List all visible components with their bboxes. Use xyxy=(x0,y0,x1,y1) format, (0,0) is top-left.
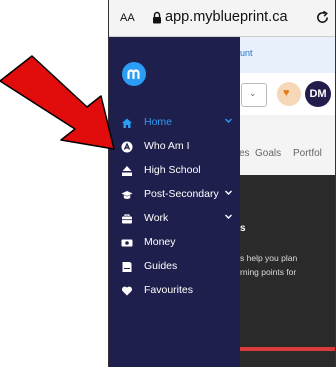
nav-item-money[interactable]: Money xyxy=(109,233,240,253)
lock-icon xyxy=(153,11,161,24)
nav-item-home[interactable]: Home xyxy=(109,113,240,133)
nav-item-label: Who Am I xyxy=(144,140,190,152)
card-text-line: s help you plan xyxy=(240,253,298,263)
high-school-icon xyxy=(122,166,132,176)
chevron-down-icon[interactable] xyxy=(224,212,233,221)
reload-icon[interactable] xyxy=(315,10,330,25)
tab-partial[interactable]: es xyxy=(239,148,250,159)
chevron-down-icon[interactable] xyxy=(224,116,233,125)
heart-icon xyxy=(121,286,133,296)
nav-item-label: Money xyxy=(144,236,176,248)
home-icon xyxy=(122,118,132,128)
phone-screen: AA app.myblueprint.ca unt ⌄ ♥ DM es Goal… xyxy=(108,0,336,367)
heart-icon: ♥ xyxy=(283,87,290,99)
nav-item-high-school[interactable]: High School xyxy=(109,161,240,181)
nav-item-label: Post-Secondary xyxy=(144,188,219,200)
nav-item-who-am-i[interactable]: Who Am I xyxy=(109,137,240,157)
guides-icon xyxy=(122,262,132,272)
avatar[interactable]: DM xyxy=(305,81,331,107)
nav-item-guides[interactable]: Guides xyxy=(109,257,240,277)
text-size-button[interactable]: AA xyxy=(120,12,135,24)
url-text[interactable]: app.myblueprint.ca xyxy=(165,9,288,25)
nav-item-post-secondary[interactable]: Post-Secondary xyxy=(109,185,240,205)
card-heading: s xyxy=(240,223,246,234)
nav-item-work[interactable]: Work xyxy=(109,209,240,229)
money-icon xyxy=(121,239,133,247)
nav-item-favourites[interactable]: Favourites xyxy=(109,281,240,301)
chevron-down-icon: ⌄ xyxy=(249,88,257,98)
dropdown-select[interactable]: ⌄ xyxy=(241,83,267,107)
browser-address-bar[interactable]: AA app.myblueprint.ca xyxy=(109,0,335,37)
side-navigation-drawer: Home Who Am I High School Post-Secondary… xyxy=(109,37,240,367)
nav-item-label: Home xyxy=(144,116,173,128)
red-accent-bar xyxy=(239,347,335,351)
blueprint-logo-icon[interactable] xyxy=(122,62,146,86)
nav-item-label: Favourites xyxy=(144,284,194,296)
tab-portfolio[interactable]: Portfol xyxy=(293,148,322,159)
chevron-down-icon[interactable] xyxy=(224,188,233,197)
favourites-button[interactable]: ♥ xyxy=(277,82,301,106)
card-text-line: rning points for xyxy=(240,267,297,277)
briefcase-icon xyxy=(122,214,132,224)
nav-item-label: High School xyxy=(144,164,201,176)
graduation-cap-icon xyxy=(121,191,133,199)
tab-goals[interactable]: Goals xyxy=(255,148,281,159)
who-am-i-icon xyxy=(121,141,133,153)
nav-item-label: Work xyxy=(144,212,169,224)
banner-text[interactable]: unt xyxy=(240,48,253,58)
nav-item-label: Guides xyxy=(144,260,178,272)
